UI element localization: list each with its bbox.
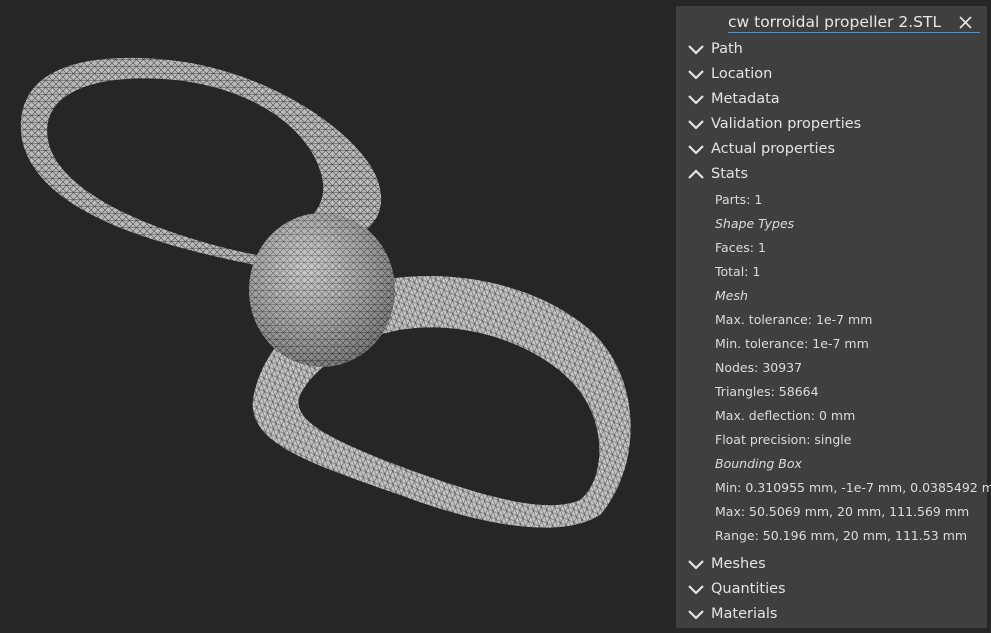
chevron-down-icon (688, 144, 704, 155)
stat-line: Max. tolerance: 1e-7 mm (715, 312, 873, 327)
section-metadata[interactable]: Metadata (676, 86, 987, 111)
stat-line: Nodes: 30937 (715, 360, 803, 375)
section-quantities[interactable]: Quantities (676, 576, 987, 601)
sections-after: Meshes Quantities Materials (676, 551, 987, 626)
section-label: Validation properties (711, 115, 862, 132)
section-label: Metadata (711, 90, 780, 107)
stat-line: Total: 1 (715, 264, 761, 279)
section-stats[interactable]: Stats (676, 161, 987, 186)
properties-panel: cw torroidal propeller 2.STL Path Locatio… (676, 6, 991, 628)
stats-group-heading: Mesh (715, 288, 748, 303)
section-label: Path (711, 40, 743, 57)
section-label: Location (711, 65, 773, 82)
chevron-down-icon (688, 44, 704, 55)
section-path[interactable]: Path (676, 36, 987, 61)
chevron-down-icon (688, 94, 704, 105)
chevron-down-icon (688, 584, 704, 595)
stats-group-heading: Shape Types (715, 216, 795, 231)
stats-body: Parts: 1 Shape Types Faces: 1 Total: 1 Mesh M… (676, 186, 991, 551)
section-label: Materials (711, 605, 778, 622)
stat-line: Range: 50.196 mm, 20 mm, 111.53 mm (715, 528, 968, 543)
stat-line: Min: 0.310955 mm, -1e-7 mm, 0.0385492 mm (715, 480, 991, 495)
stats-group-heading: Bounding Box (715, 456, 802, 471)
sections-before: Path Location Metadata Validation propertie… (676, 36, 987, 161)
stat-line: Max. deflection: 0 mm (715, 408, 856, 423)
3d-viewport[interactable] (0, 0, 675, 633)
section-validation-properties[interactable]: Validation properties (676, 111, 987, 136)
chevron-down-icon (688, 559, 704, 570)
file-title: cw torroidal propeller 2.STL (728, 11, 980, 33)
chevron-down-icon (688, 609, 704, 620)
stat-line: Parts: 1 (715, 192, 763, 207)
section-label: Stats (711, 165, 749, 182)
stat-line: Faces: 1 (715, 240, 766, 255)
section-location[interactable]: Location (676, 61, 987, 86)
panel-header: cw torroidal propeller 2.STL (676, 6, 987, 36)
section-materials[interactable]: Materials (676, 601, 987, 626)
stat-line: Max: 50.5069 mm, 20 mm, 111.569 mm (715, 504, 970, 519)
close-button[interactable] (955, 12, 975, 32)
chevron-down-icon (688, 119, 704, 130)
section-label: Actual properties (711, 140, 836, 157)
close-icon (958, 15, 972, 29)
stat-line: Float precision: single (715, 432, 852, 447)
chevron-down-icon (688, 69, 704, 80)
propeller-model (20, 57, 631, 528)
chevron-up-icon (688, 168, 704, 179)
section-label: Meshes (711, 555, 766, 572)
stat-line: Triangles: 58664 (715, 384, 819, 399)
section-label: Quantities (711, 580, 786, 597)
section-actual-properties[interactable]: Actual properties (676, 136, 987, 161)
section-meshes[interactable]: Meshes (676, 551, 987, 576)
stat-line: Min. tolerance: 1e-7 mm (715, 336, 869, 351)
